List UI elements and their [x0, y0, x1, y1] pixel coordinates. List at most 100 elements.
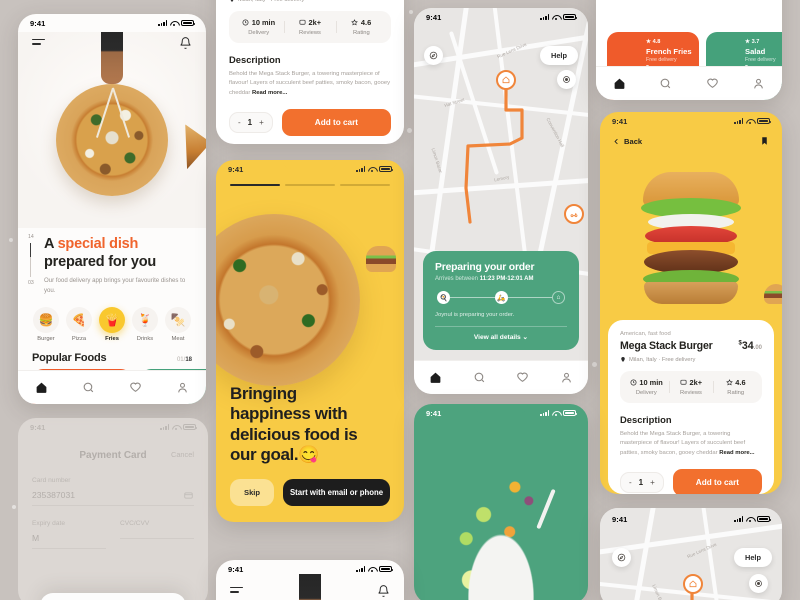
screen-onboarding: 9:41 Bringing happiness with delicious f… [216, 160, 404, 522]
status-time: 9:41 [228, 164, 244, 174]
start-with-email-button[interactable]: Start with email or phone [283, 479, 390, 506]
qty-minus-button[interactable]: - [629, 478, 632, 487]
notification-bell-icon[interactable] [377, 584, 390, 598]
skip-button[interactable]: Skip [230, 479, 275, 506]
qty-value: 1 [638, 478, 644, 488]
expiry-input[interactable]: M [32, 533, 39, 543]
signal-icon [356, 566, 365, 572]
quantity-stepper[interactable]: - 1 + [229, 112, 273, 134]
battery-icon [757, 515, 772, 523]
wifi-icon [170, 20, 178, 27]
heading-line-3: delicious food is [230, 424, 358, 444]
expiry-field[interactable]: Expiry date M [32, 520, 106, 549]
product-title: Mega Stack Burger [620, 340, 713, 352]
comment-icon [680, 379, 687, 385]
card-number-field[interactable]: Card number 235387031 [18, 477, 208, 506]
profile-icon[interactable] [752, 77, 765, 90]
home-icon[interactable] [35, 381, 48, 394]
help-button[interactable]: Help [539, 46, 578, 65]
menu-icon[interactable] [230, 586, 243, 596]
burger-thumbnail-image [764, 284, 782, 304]
category-drinks[interactable]: 🍹 Drinks [130, 307, 160, 342]
menu-icon[interactable] [32, 38, 45, 48]
battery-icon [183, 423, 198, 431]
search-icon[interactable] [82, 381, 95, 394]
description-heading: Description [229, 53, 281, 65]
burger-image [636, 172, 746, 320]
back-button[interactable]: Back [613, 137, 642, 146]
destination-pin[interactable] [683, 574, 703, 594]
save-card-modal: Want to save your card? Saving your paym… [40, 592, 186, 600]
read-more-link[interactable]: Read more... [719, 450, 754, 456]
wifi-icon [368, 166, 376, 173]
signal-icon [734, 516, 743, 522]
qty-minus-button[interactable]: - [238, 118, 241, 127]
category-fries[interactable]: 🍟 Fries [97, 307, 127, 342]
card-number-input[interactable]: 235387031 [32, 490, 75, 500]
burger-thumbnail-image [366, 246, 396, 272]
stat-label: Delivery [635, 389, 657, 396]
add-to-cart-button[interactable]: Add to cart [281, 109, 391, 137]
add-to-cart-button[interactable]: Add to cart [672, 469, 762, 494]
home-icon[interactable] [429, 371, 442, 384]
back-label: Back [624, 136, 643, 146]
destination-pin[interactable] [496, 70, 516, 90]
category-pizza[interactable]: 🍕 Pizza [64, 307, 94, 342]
home-icon[interactable] [613, 77, 626, 90]
step-connector [507, 296, 552, 299]
star-icon [725, 379, 733, 386]
decor-dot [592, 362, 597, 367]
bookmark-icon[interactable] [760, 135, 769, 147]
compass-button[interactable] [424, 46, 443, 65]
compass-button[interactable] [612, 548, 631, 567]
payment-title: Payment Card [79, 450, 147, 461]
category-label: Meat [171, 336, 185, 343]
profile-icon[interactable] [560, 371, 573, 384]
notification-bell-icon[interactable] [179, 36, 192, 50]
decor-dot [12, 505, 16, 509]
product-info-sheet: American, fast food Mega Stack Burger $3… [608, 320, 774, 494]
courier-pin[interactable] [564, 204, 584, 224]
cancel-button[interactable]: Cancel [171, 450, 194, 459]
read-more-link[interactable]: Read more... [252, 90, 287, 96]
home-hero [18, 32, 206, 228]
card-number-label: Card number [32, 477, 71, 484]
stat-delivery: 10 min Delivery [624, 378, 669, 396]
category-meat[interactable]: 🍢 Meat [163, 307, 193, 342]
qty-value: 1 [247, 118, 253, 128]
heart-icon[interactable] [706, 77, 719, 90]
cart-row: - 1 + Add to cart [229, 109, 391, 137]
stat-label: Reviews [680, 389, 702, 396]
hand-illustration [299, 574, 321, 600]
qty-plus-button[interactable]: + [650, 478, 655, 487]
status-time: 9:41 [612, 514, 628, 524]
search-icon[interactable] [659, 77, 672, 90]
help-button[interactable]: Help [733, 548, 772, 567]
qty-plus-button[interactable]: + [259, 118, 264, 127]
counter-total: 18 [185, 357, 192, 364]
onboarding-progress [216, 178, 404, 186]
battery-icon [757, 117, 772, 125]
status-bar: 9:41 [414, 8, 588, 26]
food-name: Salad [745, 47, 766, 56]
step-connector [450, 296, 495, 299]
pizza-icon: 🍕 [66, 307, 92, 334]
heart-icon[interactable] [129, 381, 142, 394]
quantity-stepper[interactable]: - 1 + [620, 472, 664, 494]
locate-me-button[interactable] [749, 574, 768, 593]
profile-icon[interactable] [176, 381, 189, 394]
view-all-details-button[interactable]: View all details ⌄ [435, 327, 567, 341]
cvc-field[interactable]: CVC/CVV [120, 520, 194, 549]
locate-me-button[interactable] [557, 70, 576, 89]
step-courier-icon: 🛵 [494, 291, 508, 304]
category-burger[interactable]: 🍔 Burger [31, 307, 61, 342]
order-status-card: Preparing your order Arrives between 11:… [423, 251, 579, 350]
ui-kit-board: 9:41 14 03 A special dish prepared for y… [0, 0, 800, 600]
stat-label: Reviews [299, 29, 321, 36]
clock-icon [630, 379, 637, 386]
order-progress-steps: 🍳 🛵 ⌂ [437, 291, 565, 304]
card-expiry-cvc-row[interactable]: Expiry date M CVC/CVV [18, 520, 208, 549]
search-icon[interactable] [473, 371, 486, 384]
bottom-nav [596, 66, 782, 100]
heart-icon[interactable] [516, 371, 529, 384]
